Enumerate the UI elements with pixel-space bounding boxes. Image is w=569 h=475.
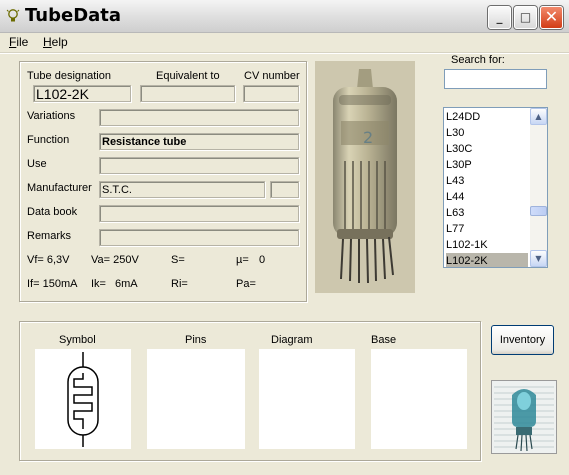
window-title: TubeData [25,5,122,26]
use-field[interactable] [99,157,299,174]
base-label: Base [371,334,397,346]
s-value: S= [171,254,185,266]
designation-label: Tube designation [27,70,111,82]
equivalent-field[interactable] [140,85,235,102]
manufacturer-field[interactable]: S.T.C. [99,181,265,198]
tube-logo-image [491,380,557,454]
remarks-label: Remarks [27,230,72,242]
pa-value: Pa= [236,278,256,290]
close-button[interactable]: ✕ [540,6,563,29]
remarks-field[interactable] [99,229,299,246]
list-item[interactable]: L63 [446,205,528,221]
vf-value: Vf= 6,3V [27,254,70,266]
menu-file[interactable]: File [9,35,28,49]
use-label: Use [27,158,47,170]
data-book-label: Data book [27,206,78,218]
chevron-up-icon: ▲ [535,112,542,121]
inventory-button[interactable]: Inventory [491,325,554,355]
equivalent-label: Equivalent to [156,70,220,82]
list-item[interactable]: L102-1K [446,237,528,253]
menu-bar [0,33,569,53]
pins-label: Pins [185,334,207,346]
list-scrollbar[interactable]: ▲ ▼ [530,108,547,267]
search-label: Search for: [451,54,505,66]
menu-help[interactable]: Help [43,35,68,49]
minimize-button[interactable]: _ [488,6,511,29]
manufacturer-label: Manufacturer [27,182,92,194]
mu-value: 0 [259,254,266,266]
variations-label: Variations [27,110,76,122]
list-item[interactable]: L30C [446,141,528,157]
search-input[interactable] [444,69,547,89]
list-item[interactable]: L24DD [446,109,528,125]
function-field[interactable]: Resistance tube [99,133,299,150]
designation-field[interactable]: L102-2K [33,85,131,102]
tube-listbox[interactable]: L24DD L30 L30C L30P L43 L44 L63 L77 L102… [443,107,548,268]
cv-field[interactable] [243,85,299,102]
close-icon: ✕ [544,7,559,26]
data-book-field[interactable] [99,205,299,222]
pins-panel [147,349,245,449]
va-value: Va= 250V [91,254,139,266]
tube-photo: 2 [315,61,415,293]
list-item[interactable]: L30 [446,125,528,141]
symbol-panel [35,349,131,449]
scroll-down-button[interactable]: ▼ [530,250,547,267]
ri-value: Ri= [171,278,188,290]
symbol-label: Symbol [59,334,96,346]
list-item-selected[interactable]: L102-2K [446,253,528,267]
cv-label: CV number [244,70,300,82]
manufacturer-code-field[interactable] [270,181,299,198]
maximize-icon: □ [519,10,532,24]
minimize-icon: _ [496,10,503,24]
ik-label: Ik= [91,278,106,290]
chevron-down-icon: ▼ [535,254,542,263]
mu-label: µ= [236,254,249,266]
list-item[interactable]: L77 [446,221,528,237]
diagram-panel [259,349,355,449]
lightbulb-icon[interactable] [6,8,20,24]
list-item[interactable]: L30P [446,157,528,173]
base-panel [371,349,467,449]
maximize-button[interactable]: □ [514,6,537,29]
variations-field[interactable] [99,109,299,126]
if-value: If= 150mA [27,278,78,290]
scroll-thumb[interactable] [530,206,547,216]
svg-text:2: 2 [363,128,373,147]
ik-value: 6mA [115,278,138,290]
list-item[interactable]: L43 [446,173,528,189]
scroll-up-button[interactable]: ▲ [530,108,547,125]
list-item[interactable]: L44 [446,189,528,205]
diagram-label: Diagram [271,334,313,346]
function-label: Function [27,134,70,146]
resistance-tube-symbol-icon [67,352,99,447]
